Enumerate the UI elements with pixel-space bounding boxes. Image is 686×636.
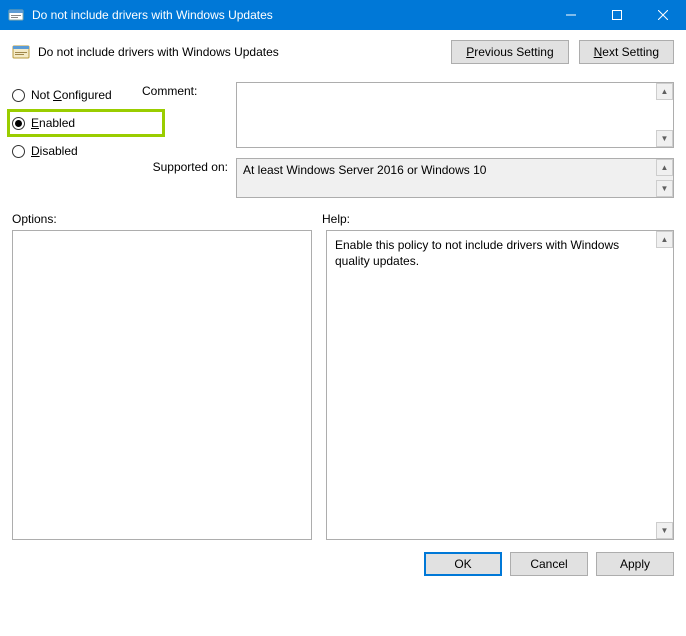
scroll-down-icon[interactable]: ▼: [656, 522, 673, 539]
window-title: Do not include drivers with Windows Upda…: [32, 8, 548, 22]
radio-icon: [12, 117, 25, 130]
close-button[interactable]: [640, 0, 686, 30]
comment-label: Comment:: [142, 82, 228, 148]
help-text: Enable this policy to not include driver…: [327, 231, 673, 275]
titlebar: Do not include drivers with Windows Upda…: [0, 0, 686, 30]
scroll-up-icon[interactable]: ▲: [656, 83, 673, 100]
maximize-button[interactable]: [594, 0, 640, 30]
options-panel: [12, 230, 312, 540]
minimize-button[interactable]: [548, 0, 594, 30]
previous-setting-button[interactable]: Previous Setting: [451, 40, 568, 64]
scroll-down-icon[interactable]: ▼: [656, 130, 673, 147]
policy-title: Do not include drivers with Windows Upda…: [38, 45, 451, 59]
ok-button[interactable]: OK: [424, 552, 502, 576]
radio-icon: [12, 89, 25, 102]
radio-disabled[interactable]: Disabled: [12, 144, 132, 158]
scroll-up-icon[interactable]: ▲: [656, 159, 673, 176]
scroll-up-icon[interactable]: ▲: [656, 231, 673, 248]
next-setting-button[interactable]: Next Setting: [579, 40, 674, 64]
apply-button[interactable]: Apply: [596, 552, 674, 576]
options-label: Options:: [12, 212, 322, 226]
app-icon: [8, 7, 24, 23]
help-label: Help:: [322, 212, 350, 226]
cancel-button[interactable]: Cancel: [510, 552, 588, 576]
comment-textarea[interactable]: ▲ ▼: [236, 82, 674, 148]
supported-on-label: Supported on:: [142, 158, 228, 198]
supported-on-box: At least Windows Server 2016 or Windows …: [236, 158, 674, 198]
radio-icon: [12, 145, 25, 158]
policy-icon: [12, 43, 30, 61]
state-radio-group: Not Configured Enabled Disabled: [12, 88, 132, 158]
supported-on-text: At least Windows Server 2016 or Windows …: [237, 159, 673, 181]
radio-not-configured[interactable]: Not Configured: [12, 88, 132, 102]
help-panel: Enable this policy to not include driver…: [326, 230, 674, 540]
scroll-down-icon[interactable]: ▼: [656, 180, 673, 197]
